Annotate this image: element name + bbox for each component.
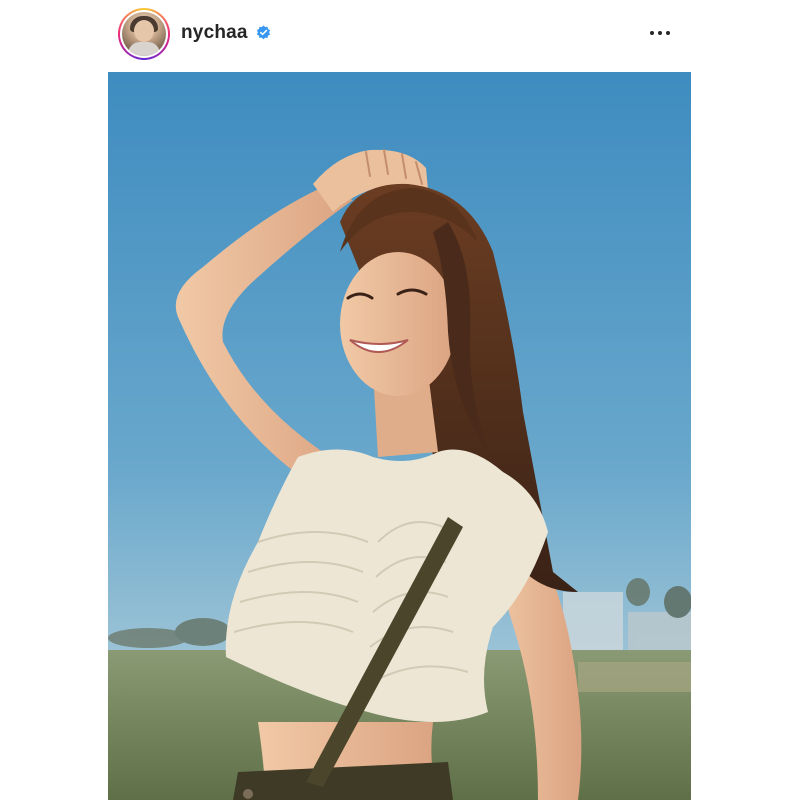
photo-illustration bbox=[108, 72, 691, 800]
more-options-icon[interactable] bbox=[648, 22, 672, 44]
verified-badge-icon bbox=[256, 25, 271, 40]
instagram-post: nychaa bbox=[0, 0, 800, 800]
story-ring[interactable] bbox=[118, 8, 170, 60]
avatar[interactable] bbox=[122, 12, 166, 56]
post-header: nychaa bbox=[0, 0, 800, 68]
username-link[interactable]: nychaa bbox=[181, 22, 248, 44]
post-photo[interactable] bbox=[108, 72, 691, 800]
